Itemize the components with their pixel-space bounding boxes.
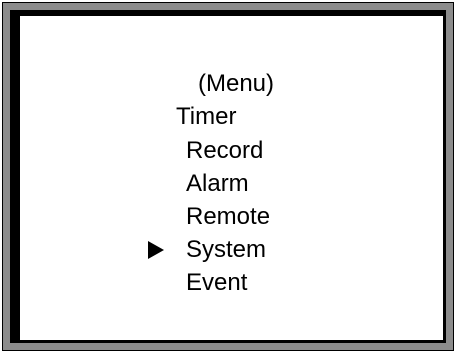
- menu-item-alarm[interactable]: Alarm: [186, 170, 249, 198]
- menu-item-remote[interactable]: Remote: [186, 203, 270, 231]
- menu-item-event[interactable]: Event: [186, 269, 247, 297]
- selection-cursor-icon: [148, 241, 164, 259]
- menu-title: (Menu): [198, 70, 275, 97]
- menu-item-timer[interactable]: Timer: [176, 103, 236, 131]
- menu-item-record[interactable]: Record: [186, 137, 263, 165]
- menu-item-system[interactable]: System: [186, 236, 266, 264]
